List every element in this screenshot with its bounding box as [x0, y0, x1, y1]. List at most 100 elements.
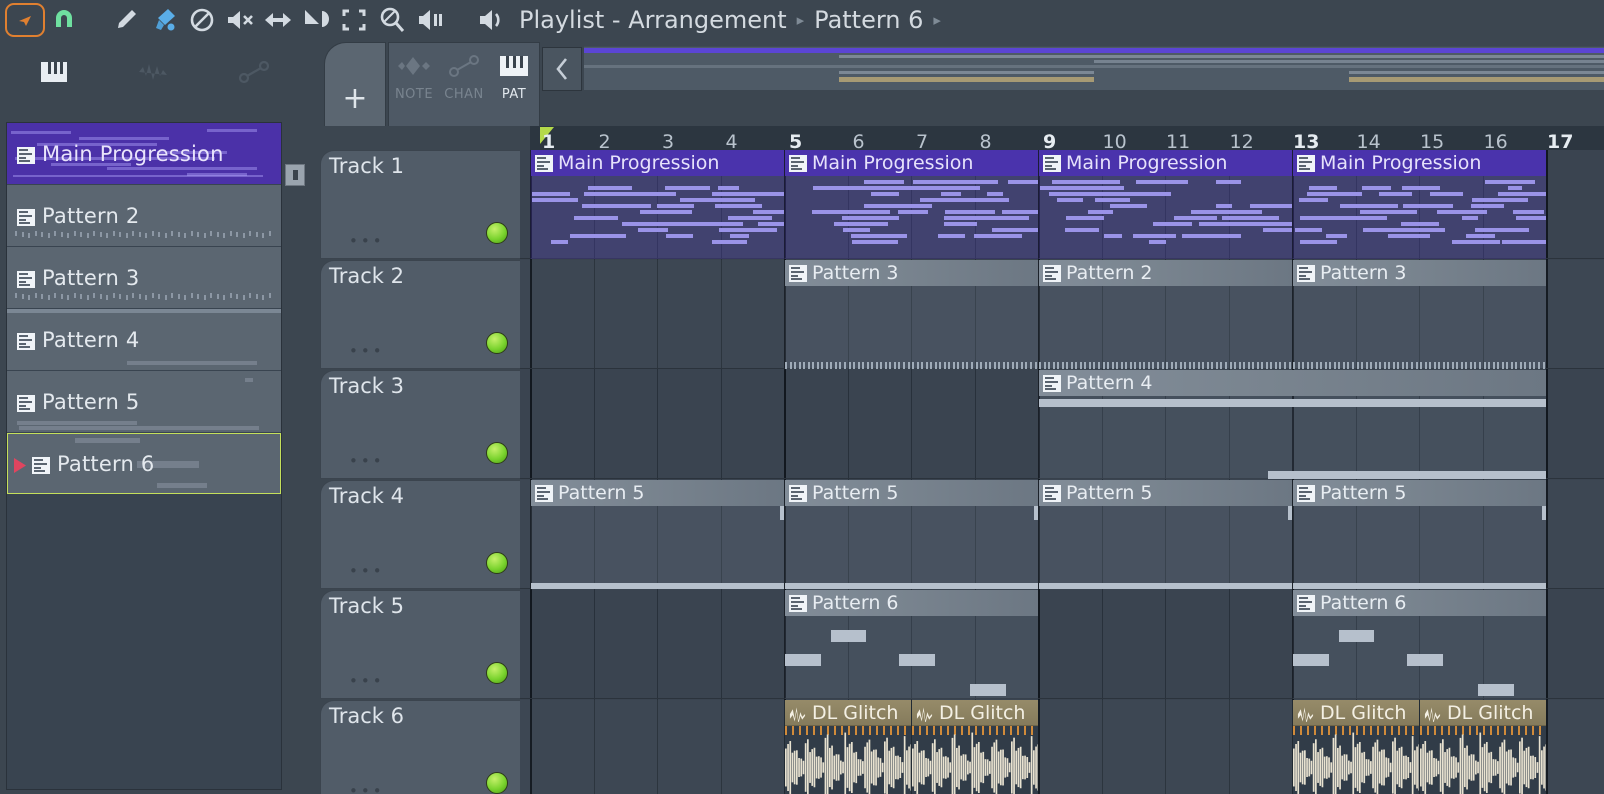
paint-brush-icon[interactable] [145, 3, 183, 37]
clip-header[interactable]: Main Progression [1039, 150, 1292, 176]
pattern-list-item[interactable]: Pattern 3 [7, 247, 281, 308]
clip-header[interactable]: Pattern 5 [1039, 480, 1292, 506]
pattern-list-item[interactable]: Pattern 4 [7, 309, 281, 370]
minimap-clip-bar [839, 77, 1094, 82]
delete-slash-icon[interactable] [183, 3, 221, 37]
pattern-list-item[interactable]: Pattern 2 [7, 185, 281, 246]
track-enable-led[interactable] [486, 552, 508, 574]
clip-label: Pattern 5 [558, 482, 645, 504]
playlist-clip[interactable]: Pattern 5 [1038, 480, 1292, 589]
draw-pencil-icon[interactable] [107, 3, 145, 37]
track-enable-led[interactable] [486, 442, 508, 464]
playlist-clip[interactable]: Pattern 2 [1038, 260, 1292, 369]
playlist-clip[interactable]: Main Progression [530, 150, 784, 259]
track-name-label[interactable]: Track 6 [329, 704, 404, 728]
clip-header[interactable]: DL Glitch [785, 700, 911, 726]
clip-header[interactable]: Pattern 4 [1039, 370, 1546, 396]
slip-arrows-icon[interactable] [259, 3, 297, 37]
playlist-clip[interactable]: DL Glitch [784, 700, 911, 794]
track-options-dots[interactable]: ••• [349, 342, 385, 360]
playlist-clip[interactable]: Pattern 3 [784, 260, 1038, 369]
breadcrumb[interactable]: Pattern 6 [814, 6, 923, 34]
playlist-clip[interactable]: Pattern 6 [784, 590, 1038, 699]
playlist-clip[interactable]: Pattern 5 [1292, 480, 1546, 589]
arrangement-minimap[interactable] [584, 46, 1604, 90]
playback-pause-icon[interactable] [411, 3, 449, 37]
playlist-clip[interactable]: Main Progression [1038, 150, 1292, 259]
clip-header[interactable]: Main Progression [1293, 150, 1546, 176]
playlist-grid[interactable]: Main Progression Main Progression Main Pro… [520, 150, 1604, 794]
track-name-label[interactable]: Track 1 [329, 154, 404, 178]
clip-header[interactable]: DL Glitch [1293, 700, 1419, 726]
mute-speaker-icon[interactable] [221, 3, 259, 37]
track-enable-led[interactable] [486, 662, 508, 684]
slice-icon[interactable] [297, 3, 335, 37]
track-header[interactable]: Track 6 ••• [320, 700, 520, 794]
minimap-clip-bar [584, 48, 1604, 53]
track-options-dots[interactable]: ••• [349, 672, 385, 690]
magnet-snap-icon[interactable] [45, 3, 83, 37]
add-track-button[interactable]: + [324, 42, 386, 126]
clip-header[interactable]: Pattern 6 [785, 590, 1038, 616]
track-options-dots[interactable]: ••• [349, 452, 385, 470]
pattern-list-item[interactable]: Main Progression [7, 123, 281, 184]
playlist-clip[interactable]: Pattern 4 [1038, 370, 1546, 479]
tab-audio-clips[interactable] [134, 55, 174, 89]
pattern-list-scrollbar-thumb[interactable] [285, 164, 305, 186]
track-header[interactable]: Track 3 ••• [320, 370, 520, 479]
playlist-clip[interactable]: DL Glitch [911, 700, 1038, 794]
clip-header[interactable]: Main Progression [531, 150, 784, 176]
clip-header[interactable]: Pattern 3 [1293, 260, 1546, 286]
track-options-dots[interactable]: ••• [349, 562, 385, 580]
select-frame-icon[interactable] [335, 3, 373, 37]
track-enable-led[interactable] [486, 332, 508, 354]
mode-pat[interactable]: PAT [489, 43, 539, 126]
track-header[interactable]: Track 4 ••• [320, 480, 520, 589]
pattern-list-item[interactable]: Pattern 5 [7, 371, 281, 432]
pattern-list[interactable]: Main Progression Pattern 2 Pattern 3 Patter… [6, 122, 282, 790]
track-header[interactable]: Track 5 ••• [320, 590, 520, 699]
track-enable-led[interactable] [486, 222, 508, 244]
zoom-magnifier-icon[interactable] [373, 3, 411, 37]
pattern-icon [1297, 265, 1315, 282]
track-options-dots[interactable]: ••• [349, 782, 385, 794]
track-name-label[interactable]: Track 5 [329, 594, 404, 618]
clip-content [785, 726, 911, 794]
clip-label: DL Glitch [1447, 701, 1534, 724]
clip-header[interactable]: Pattern 6 [1293, 590, 1546, 616]
track-name-label[interactable]: Track 2 [329, 264, 404, 288]
clip-header[interactable]: Pattern 5 [1293, 480, 1546, 506]
clip-content [1039, 176, 1292, 259]
playlist-clip[interactable]: DL Glitch [1419, 700, 1546, 794]
track-header[interactable]: Track 1 ••• [320, 150, 520, 259]
playlist-clip[interactable]: Main Progression [784, 150, 1038, 259]
playlist-clip[interactable]: Pattern 6 [1292, 590, 1546, 699]
clip-header[interactable]: DL Glitch [912, 700, 1038, 726]
track-options-dots[interactable]: ••• [349, 232, 385, 250]
playlist-clip[interactable]: Pattern 5 [784, 480, 1038, 589]
waveform-diamond-icon [397, 51, 431, 81]
clip-header[interactable]: Pattern 3 [785, 260, 1038, 286]
playlist-clip[interactable]: Main Progression [1292, 150, 1546, 259]
mode-note[interactable]: NOTE [389, 43, 439, 126]
track-enable-led[interactable] [486, 772, 508, 794]
track-name-label[interactable]: Track 4 [329, 484, 404, 508]
collapse-back-button[interactable] [542, 47, 582, 91]
clip-header[interactable]: Pattern 2 [1039, 260, 1292, 286]
tab-automation[interactable] [234, 55, 274, 89]
select-tool-icon[interactable] [5, 3, 45, 37]
clip-header[interactable]: Pattern 5 [531, 480, 784, 506]
tab-pattern-picker[interactable] [34, 55, 74, 89]
mode-chan[interactable]: CHAN [439, 43, 489, 126]
clip-header[interactable]: Pattern 5 [785, 480, 1038, 506]
playlist-clip[interactable]: DL Glitch [1292, 700, 1419, 794]
pattern-icon [1043, 485, 1061, 502]
playlist-clip[interactable]: Pattern 3 [1292, 260, 1546, 369]
track-name-label[interactable]: Track 3 [329, 374, 404, 398]
playlist-clip[interactable]: Pattern 5 [530, 480, 784, 589]
clip-content [1293, 506, 1546, 589]
pattern-list-item[interactable]: Pattern 6 [7, 433, 281, 494]
clip-header[interactable]: DL Glitch [1420, 700, 1546, 726]
clip-header[interactable]: Main Progression [785, 150, 1038, 176]
track-header[interactable]: Track 2 ••• [320, 260, 520, 369]
